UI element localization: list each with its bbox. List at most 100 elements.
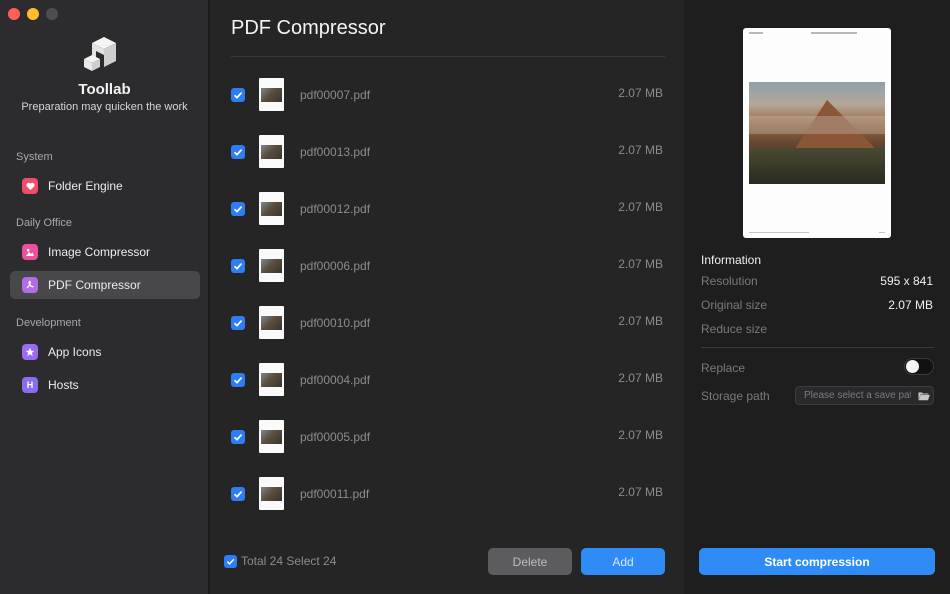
h-icon: H [22,377,38,393]
toollab-logo-icon [84,37,116,71]
heart-icon [22,178,38,194]
file-checkbox[interactable] [231,145,245,159]
sidebar-item-image-compressor[interactable]: Image Compressor [10,238,200,266]
storage-path-label: Storage path [701,389,770,403]
pdf-thumbnail [259,135,284,168]
replace-toggle[interactable] [904,358,934,375]
information-heading: Information [701,253,762,267]
storage-path-input[interactable] [795,386,934,405]
file-list-pane: PDF Compressor pdf00007.pdf 2.07 MB pdf000… [210,0,684,594]
file-row[interactable]: pdf00010.pdf 2.07 MB [231,306,665,342]
reduce-size-label: Reduce size [701,322,768,336]
file-size: 2.07 MB [618,86,663,100]
browse-folder-button[interactable] [916,388,932,403]
file-checkbox[interactable] [231,316,245,330]
original-size-label: Original size [701,298,768,312]
file-checkbox[interactable] [231,487,245,501]
file-name: pdf00011.pdf [300,487,370,501]
file-row[interactable]: pdf00006.pdf 2.07 MB [231,249,665,285]
select-all-checkbox[interactable] [224,555,237,568]
checkmark-icon [226,558,235,565]
checkmark-icon [233,206,243,213]
app-title: Toollab [78,81,131,98]
sidebar-item-label: Folder Engine [48,179,123,193]
file-name: pdf00006.pdf [300,259,371,273]
zoom-window-button[interactable] [46,8,58,20]
file-row[interactable]: pdf00013.pdf 2.07 MB [231,135,665,171]
delete-button[interactable]: Delete [488,548,572,575]
add-button[interactable]: Add [581,548,665,575]
checkmark-icon [233,434,243,441]
sidebar-item-pdf-compressor[interactable]: PDF Compressor [10,271,200,299]
file-checkbox[interactable] [231,202,245,216]
pdf-thumbnail [259,420,284,453]
folder-icon [918,392,930,400]
file-row[interactable]: pdf00011.pdf 2.07 MB [231,477,665,513]
file-size: 2.07 MB [618,143,663,157]
minimize-window-button[interactable] [27,8,39,20]
pdf-preview [743,28,891,238]
sidebar-item-folder-engine[interactable]: Folder Engine [10,172,200,200]
preview-photo [749,82,885,184]
file-row[interactable]: pdf00012.pdf 2.07 MB [231,192,665,228]
sidebar-item-app-icons[interactable]: App Icons [10,338,200,366]
file-row[interactable]: pdf00005.pdf 2.07 MB [231,420,665,456]
section-label-system: System [16,151,53,163]
replace-label: Replace [701,361,746,375]
file-row[interactable]: pdf00004.pdf 2.07 MB [231,363,665,399]
sidebar-item-label: PDF Compressor [48,278,141,292]
section-label-development: Development [16,317,81,329]
file-checkbox[interactable] [231,259,245,273]
toggle-knob [906,360,919,373]
checkmark-icon [233,149,243,156]
checkmark-icon [233,320,243,327]
sidebar-item-label: App Icons [48,345,102,359]
resolution-value: 595 x 841 [880,274,933,288]
preview-header-lines [749,32,885,34]
title-divider [231,56,665,57]
file-checkbox[interactable] [231,373,245,387]
resolution-label: Resolution [701,274,758,288]
checkmark-icon [233,491,243,498]
file-row[interactable]: pdf00007.pdf 2.07 MB [231,78,665,114]
file-size: 2.07 MB [618,200,663,214]
section-label-daily-office: Daily Office [16,217,73,229]
details-panel: Information Resolution 595 x 841 Origina… [684,0,950,594]
checkmark-icon [233,377,243,384]
file-size: 2.07 MB [618,314,663,328]
sidebar-item-label: Hosts [48,378,79,392]
selection-count: Total 24 Select 24 [241,554,337,568]
file-name: pdf00010.pdf [300,316,371,330]
page-title: PDF Compressor [231,17,386,39]
pdf-thumbnail [259,249,284,282]
checkmark-icon [233,92,243,99]
file-name: pdf00013.pdf [300,145,371,159]
file-checkbox[interactable] [231,88,245,102]
pdf-thumbnail [259,192,284,225]
file-size: 2.07 MB [618,371,663,385]
app-tagline: Preparation may quicken the work [21,101,188,113]
pdf-thumbnail [259,306,284,339]
start-compression-button[interactable]: Start compression [699,548,935,575]
window-controls [8,8,58,20]
pdf-icon [22,277,38,293]
pdf-thumbnail [259,477,284,510]
close-window-button[interactable] [8,8,20,20]
sidebar-item-label: Image Compressor [48,245,151,259]
file-size: 2.07 MB [618,428,663,442]
preview-footer-line [749,232,809,233]
preview-page-number [879,232,885,233]
sidebar: Toollab Preparation may quicken the work… [0,0,209,594]
pdf-thumbnail [259,78,284,111]
file-name: pdf00004.pdf [300,373,371,387]
checkmark-icon [233,263,243,270]
file-checkbox[interactable] [231,430,245,444]
sidebar-item-hosts[interactable]: H Hosts [10,371,200,399]
panel-divider [701,347,934,348]
file-size: 2.07 MB [618,257,663,271]
file-name: pdf00012.pdf [300,202,371,216]
file-size: 2.07 MB [618,485,663,499]
original-size-value: 2.07 MB [888,298,933,312]
image-icon [22,244,38,260]
file-name: pdf00007.pdf [300,88,371,102]
